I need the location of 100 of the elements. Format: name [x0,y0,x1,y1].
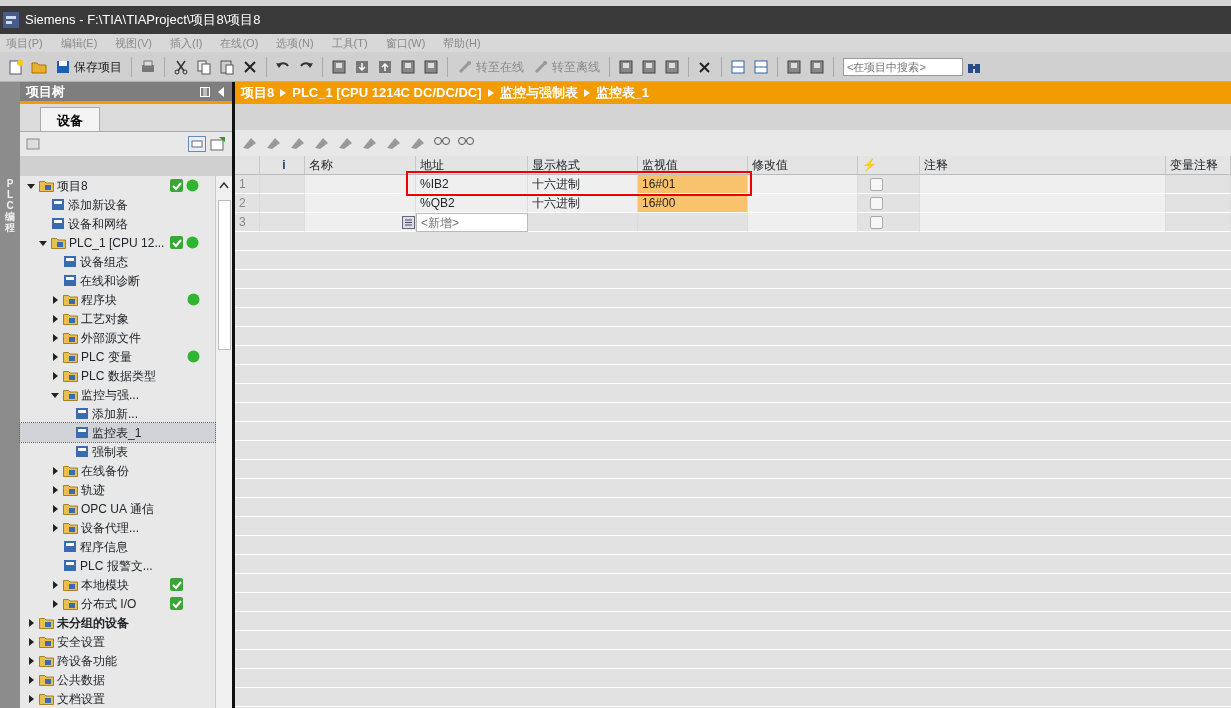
expand-toggle-icon[interactable] [50,598,60,609]
device-icon[interactable] [786,58,802,75]
column-header: ⚡ [858,156,920,175]
tree-item-label: 公共数据 [57,671,105,689]
menu-item[interactable]: 编辑(E) [60,34,98,52]
panel-layout-icon[interactable] [200,86,210,97]
printer-icon[interactable] [140,58,156,75]
collapse-icon[interactable] [216,86,226,97]
menu-item[interactable]: 帮助(H) [443,34,481,52]
tree-item-label: PLC 变量 [81,348,132,366]
save-icon [55,58,71,75]
breadcrumb-item[interactable]: 监控与强制表 [499,83,578,103]
upload-icon[interactable] [377,58,393,75]
device-icon[interactable] [331,58,347,75]
expand-toggle-icon[interactable] [50,370,60,381]
expand-toggle-icon[interactable] [26,655,36,666]
scroll-bar[interactable] [215,176,232,708]
folder-icon [63,293,78,306]
folder-icon [63,312,78,325]
table-tool-icon[interactable] [241,135,259,151]
table-cell [1166,213,1231,232]
table-tool-icon[interactable] [337,135,355,151]
checkbox[interactable] [870,215,883,229]
table-cell [260,175,305,194]
breadcrumb-item[interactable]: PLC_1 [CPU 1214C DC/DC/DC] [292,83,482,103]
menu-item[interactable]: 工具(T) [331,34,368,52]
document-icon [75,407,89,420]
expand-toggle-icon[interactable] [26,693,36,704]
menu-item[interactable]: 插入(I) [170,34,203,52]
folder-icon [39,179,54,192]
input-field[interactable]: <新增> [416,213,528,232]
menu-item[interactable]: 视图(V) [115,34,152,52]
table-tool-icon[interactable] [313,135,331,151]
scroll-up-icon[interactable] [219,181,229,189]
new-file-icon[interactable] [8,58,24,75]
delete-icon[interactable] [242,58,258,75]
menu-item[interactable]: 选项(N) [276,34,314,52]
device-icon[interactable] [618,58,634,75]
table-tool-icon[interactable] [361,135,379,151]
row-number: 1 [235,175,260,194]
cut-icon[interactable] [173,58,189,75]
checkbox[interactable] [870,196,883,210]
expand-toggle-icon[interactable] [50,503,60,514]
expand-toggle-icon[interactable] [50,351,60,362]
tree-item-label: 监控表_1 [92,424,142,442]
row-number: 3 [235,213,260,232]
list-icon[interactable] [402,215,415,229]
expand-toggle-icon[interactable] [50,294,60,305]
panel-title: 项目树 [26,82,66,101]
tree-item-label: 安全设置 [57,633,105,651]
device-icon[interactable] [809,58,825,75]
tree-item-label: 在线和诊断 [80,272,140,290]
expand-toggle-icon[interactable] [50,313,60,324]
row-number: 2 [235,194,260,213]
table-view-icon[interactable] [188,136,206,152]
expand-toggle-icon[interactable] [26,636,36,647]
document-icon [63,559,77,572]
device-icon[interactable] [641,58,657,75]
panel-tab[interactable]: 设备 [40,107,100,131]
download-icon[interactable] [354,58,370,75]
menu-item[interactable]: 在线(O) [220,34,259,52]
expand-toggle-icon[interactable] [26,674,36,685]
copy-icon[interactable] [196,58,212,75]
expand-toggle-icon[interactable] [50,579,60,590]
device-icon[interactable] [400,58,416,75]
toolbar-button[interactable]: 保存项目 [52,54,125,79]
device-icon[interactable] [423,58,439,75]
folder-icon [63,502,78,515]
breadcrumb-item[interactable]: 监控表_1 [595,83,649,103]
tree-item-label: 程序块 [81,291,117,309]
folder-icon [63,369,78,382]
folder-icon [63,350,78,363]
expand-toggle-icon[interactable] [50,484,60,495]
device-icon[interactable] [664,58,680,75]
expand-toggle-icon[interactable] [26,617,36,628]
expand-toggle-icon[interactable] [50,332,60,343]
tree-item-label: 设备代理... [81,519,139,537]
menu-item[interactable]: 项目(P) [6,34,43,52]
tree-item-label: 程序信息 [80,538,128,556]
expand-toggle-icon[interactable] [50,465,60,476]
paste-icon[interactable] [219,58,235,75]
table-export-icon[interactable] [210,136,226,152]
split-view-icon[interactable] [753,58,769,75]
split-view-icon[interactable] [730,58,746,75]
tree-item-label: 设备组态 [80,253,128,271]
menu-item[interactable]: 窗口(W) [385,34,426,52]
tree-item-label: 未分组的设备 [57,614,129,632]
table-tool-icon[interactable] [265,135,283,151]
scroll-thumb[interactable] [217,200,231,350]
search-field[interactable]: <在项目中搜索> [843,57,963,76]
expand-toggle-icon[interactable] [50,522,60,533]
table-tool-icon[interactable] [289,135,307,151]
table-tool-icon[interactable] [385,135,403,151]
table-tool-icon[interactable] [409,135,427,151]
folder-icon [63,597,78,610]
toolbar-button[interactable]: 转至离线 [530,54,603,79]
document-icon [63,540,77,553]
breadcrumb-item[interactable]: 项目8 [241,83,275,103]
toolbar-button[interactable]: 转至在线 [454,54,527,79]
checkbox[interactable] [870,177,883,191]
